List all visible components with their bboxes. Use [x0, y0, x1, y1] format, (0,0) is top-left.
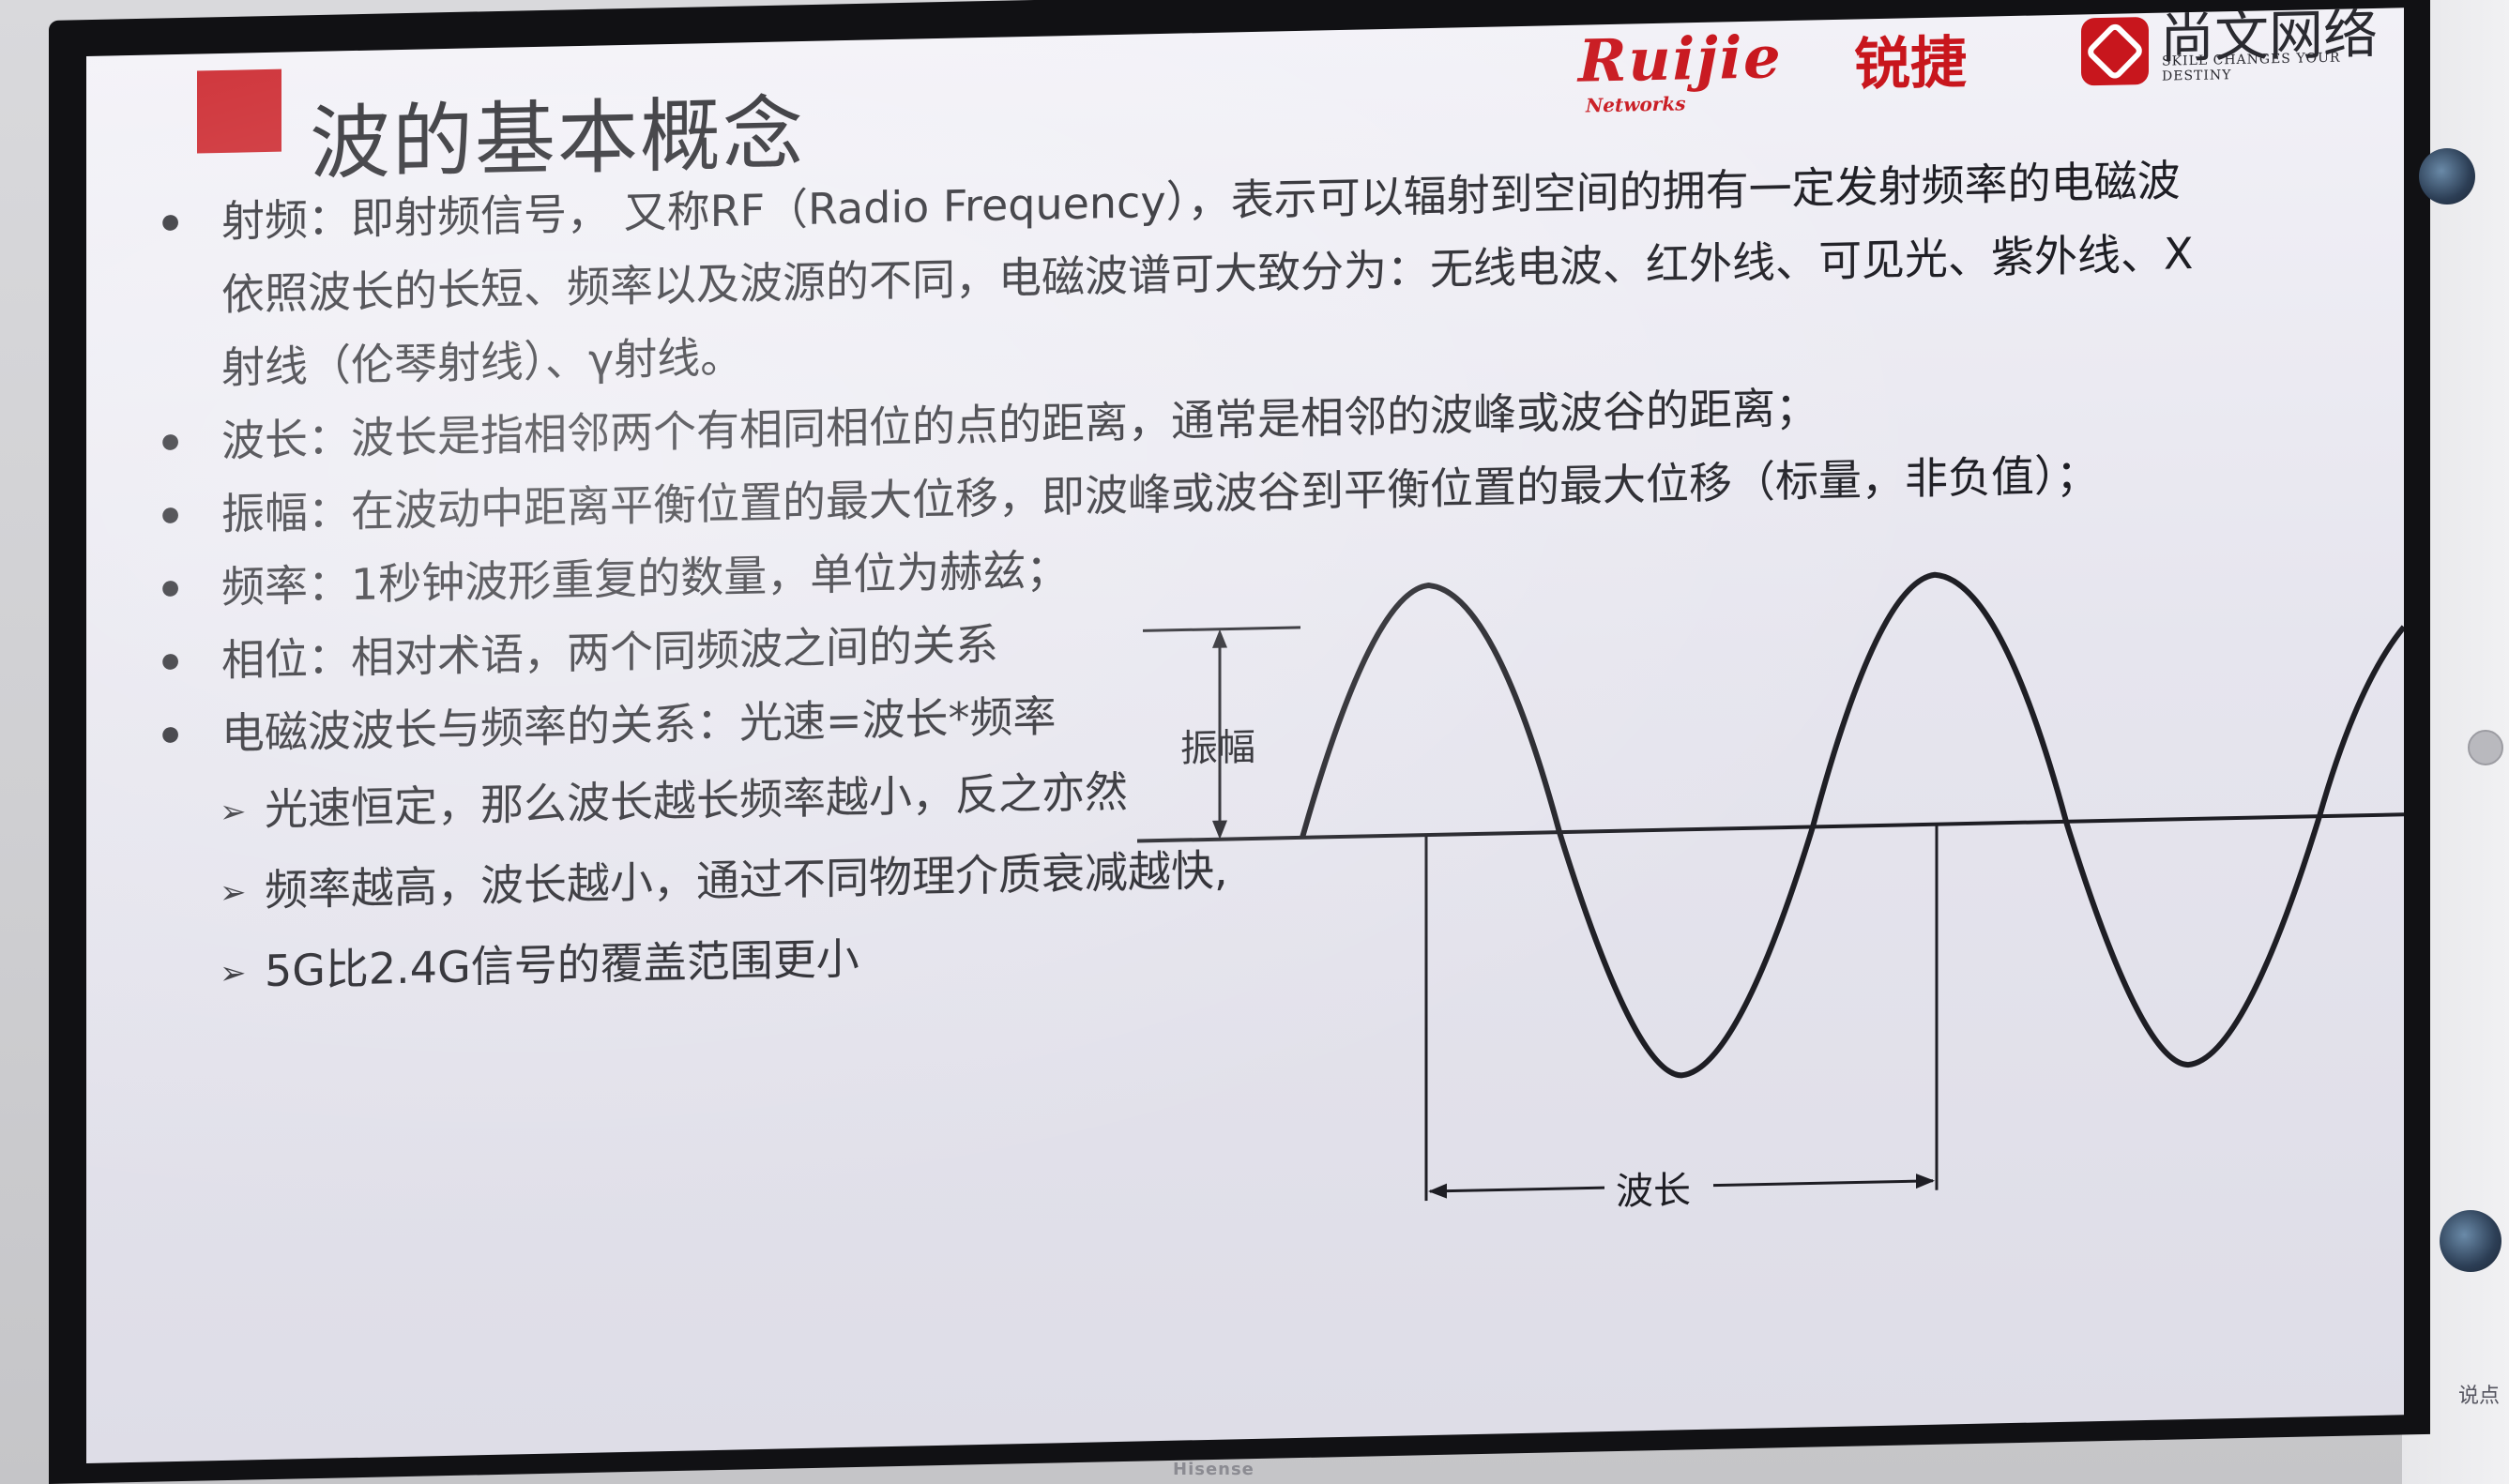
side-text: 说点: [2458, 1385, 2501, 1408]
amplitude-label: 振幅: [1180, 725, 1255, 771]
amplitude-top-line: [1143, 626, 1300, 632]
avatar[interactable]: [2440, 1210, 2501, 1272]
circle-icon[interactable]: [2468, 730, 2503, 765]
wavelength-arrow-left: [1430, 1186, 1604, 1193]
wavelength-arrow-right: [1713, 1179, 1933, 1188]
tv-brand-logo: Hisense: [1173, 1460, 1254, 1479]
slide-screen: 波的基本概念 Ruijie 锐捷 Networks 尚文网络 SKILL CHA…: [86, 8, 2404, 1464]
wavelength-arrowhead-right: [1916, 1174, 1935, 1189]
amplitude-arrow-down: [1212, 820, 1227, 840]
amplitude-arrow-up: [1212, 628, 1227, 648]
avatar[interactable]: [2419, 148, 2475, 204]
wavelength-label: 波长: [1616, 1169, 1691, 1214]
wavelength-arrowhead-left: [1428, 1183, 1447, 1199]
equilibrium-line: [1137, 812, 2404, 843]
